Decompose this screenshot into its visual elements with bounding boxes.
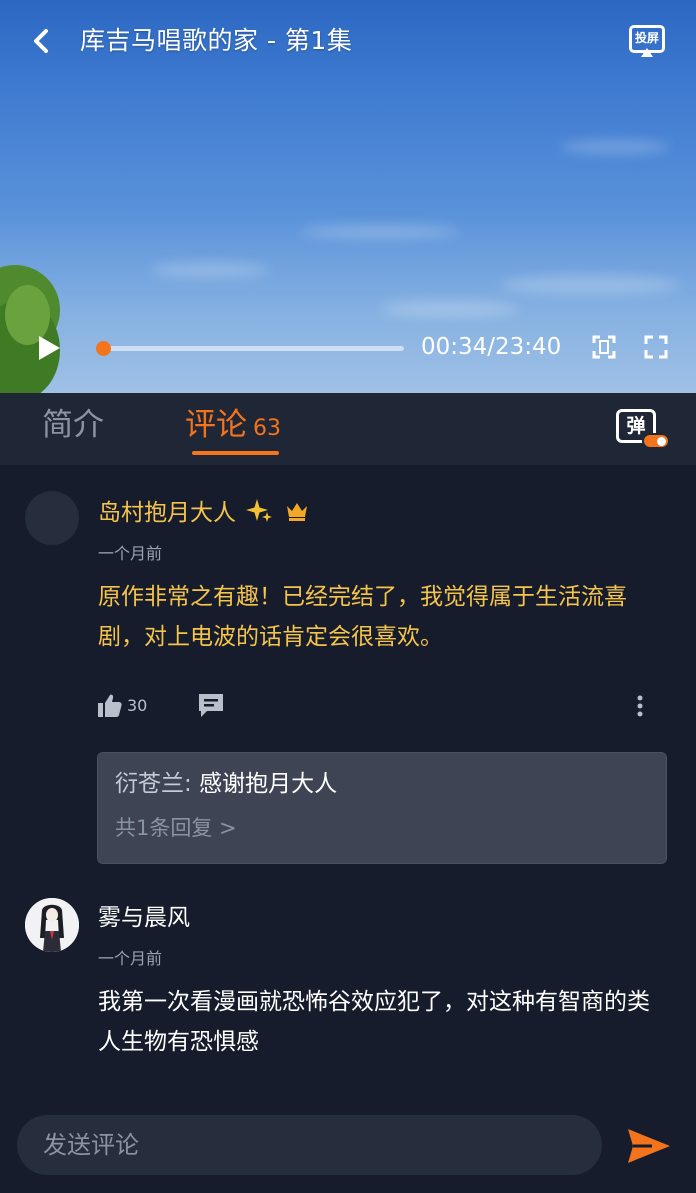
chevron-left-icon [34, 29, 48, 53]
crown-icon [286, 503, 307, 521]
sparkle-icon [246, 499, 273, 522]
fullscreen-icon [644, 335, 668, 359]
playback-time: 00:34/23:40 [421, 334, 562, 360]
expand-corners-icon [592, 335, 616, 359]
username-text: 岛村抱月大人 [98, 500, 236, 526]
more-vertical-icon [637, 695, 643, 717]
sky-cloud [500, 275, 680, 295]
tab-intro[interactable]: 简介 [42, 405, 104, 445]
tab-comments[interactable]: 评论 63 [185, 405, 281, 449]
sky-cloud [150, 262, 270, 278]
more-options-button[interactable] [630, 693, 650, 719]
active-tab-indicator [192, 451, 279, 455]
avatar-image [25, 898, 79, 952]
sky-cloud [560, 140, 670, 154]
progress-knob[interactable] [96, 341, 112, 356]
cast-screen-button[interactable]: 投屏 [626, 22, 668, 60]
cast-triangle-icon [641, 48, 653, 57]
progress-bar[interactable] [96, 341, 404, 356]
toggle-switch-icon [642, 433, 670, 449]
like-count: 30 [127, 696, 148, 715]
player-top-bar: 库吉马唱歌的家 - 第1集 投屏 [0, 0, 696, 80]
danmaku-toggle[interactable]: 弹 [614, 407, 672, 451]
fullscreen-button[interactable] [643, 334, 669, 360]
comment-time: 一个月前 [98, 544, 163, 563]
comment-time: 一个月前 [98, 949, 163, 968]
send-button[interactable] [626, 1125, 672, 1167]
sky-cloud [380, 300, 520, 318]
comment-content: 原作非常之有趣！已经完结了，我觉得属于生活流喜剧，对上电波的话肯定会很喜欢。 [98, 584, 627, 650]
video-title: 库吉马唱歌的家 - 第1集 [80, 26, 353, 55]
comment-username[interactable]: 雾与晨风 [98, 902, 190, 934]
video-player[interactable]: 库吉马唱歌的家 - 第1集 投屏 00:34/23:40 [0, 0, 696, 393]
play-button[interactable] [36, 334, 62, 362]
avatar[interactable] [25, 898, 79, 952]
like-button[interactable] [96, 692, 124, 720]
tab-bar: 简介 评论 63 弹 [0, 393, 696, 465]
comment-bubble-icon [199, 694, 223, 717]
reply-preview[interactable]: 衍苍兰: 感谢抱月大人 共1条回复 > [97, 752, 667, 864]
player-controls: 00:34/23:40 [0, 322, 696, 372]
send-icon [628, 1129, 670, 1163]
reply-line: 衍苍兰: 感谢抱月大人 [115, 767, 337, 801]
view-replies-link[interactable]: 共1条回复 > [115, 813, 237, 843]
rotate-fullscreen-button[interactable] [591, 334, 617, 360]
back-button[interactable] [26, 24, 56, 58]
avatar[interactable] [25, 491, 79, 545]
reply-button[interactable] [197, 691, 225, 719]
comment-input-bar [0, 1105, 696, 1193]
sky-cloud [300, 225, 460, 239]
play-icon [39, 336, 60, 360]
tab-comments-label: 评论 [185, 407, 247, 443]
thumbs-up-icon [98, 694, 122, 717]
comment-input[interactable] [17, 1115, 602, 1175]
comment-list: 岛村抱月大人 一个月前 原作非常之有趣！已经完结了，我觉得属于生活流喜剧，对上电… [0, 465, 696, 1105]
comments-count: 63 [253, 416, 281, 441]
reply-text: 感谢抱月大人 [199, 771, 338, 797]
comment-content: 我第一次看漫画就恐怖谷效应犯了，对这种有智商的类人生物有恐惧感 [98, 989, 650, 1055]
reply-author[interactable]: 衍苍兰: [115, 771, 192, 797]
comment-username[interactable]: 岛村抱月大人 [98, 497, 309, 529]
